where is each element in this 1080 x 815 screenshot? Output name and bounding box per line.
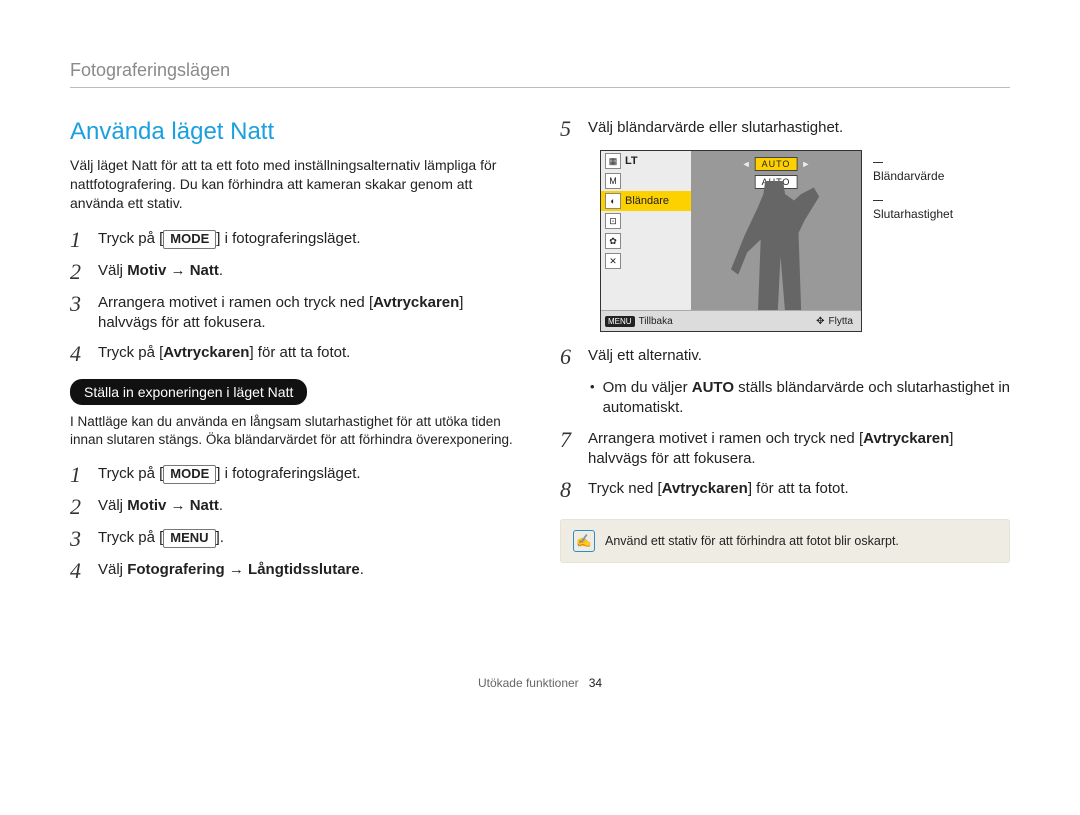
steps-b: 1 Tryck på [MODE] i fotograferingsläget.… (70, 464, 520, 582)
lcd-callouts: Bländarvärde Slutarhastighet (873, 155, 953, 221)
step-number: 1 (70, 464, 90, 486)
lcd-left-panel: ▦ LT M ◐ Bländare ⊡ ✿ ✕ (601, 151, 692, 331)
mode-key: MODE (163, 230, 216, 249)
steps-a: 1 Tryck på [MODE] i fotograferingsläget.… (70, 229, 520, 366)
lcd-row-macro: ✿ (601, 231, 691, 251)
nav-icon: ✥ (816, 316, 824, 327)
step-number: 4 (70, 560, 90, 582)
left-arrow-icon: ◄ (742, 159, 751, 169)
step-text: Arrangera motivet i ramen och tryck ned … (588, 429, 953, 470)
aperture-icon: ◐ (605, 193, 621, 209)
lcd-row-aperture: ◐ Bländare (601, 191, 691, 211)
step-number: 6 (560, 346, 580, 368)
mode-key: MODE (163, 465, 216, 484)
manual-page: Fotograferingslägen Använda läget Natt V… (0, 0, 1080, 815)
two-column-layout: Använda läget Natt Välj läget Natt för a… (70, 118, 1010, 596)
move-label: Flytta (829, 316, 853, 327)
step-4: 4 Tryck på [Avtryckaren] för att ta foto… (70, 343, 520, 365)
step-text: Välj bländarvärde eller slutarhastighet. (588, 118, 843, 138)
m-icon: M (605, 173, 621, 189)
focus-icon: ⊡ (605, 213, 621, 229)
auto-button-highlight: AUTO (755, 157, 798, 171)
tip-icon: ✍ (573, 530, 595, 552)
lcd-preview: ◄ AUTO ► AUTO (691, 151, 861, 311)
step-number: 4 (70, 343, 90, 365)
step-number: 8 (560, 479, 580, 501)
step-5: 5 Välj bländarvärde eller slutarhastighe… (560, 118, 1010, 140)
step-text: Välj ett alternativ. (588, 346, 702, 366)
intro-text: Välj läget Natt för att ta ett foto med … (70, 156, 520, 213)
lcd-bottom-bar: MENU Tillbaka ✥ Flytta (601, 310, 861, 331)
step-b4: 4 Välj Fotografering → Långtidsslutare. (70, 560, 520, 582)
step-7: 7 Arrangera motivet i ramen och tryck ne… (560, 429, 1010, 470)
step-number: 7 (560, 429, 580, 451)
tip-text: Använd ett stativ för att förhindra att … (605, 534, 899, 548)
sub-heading-pill: Ställa in exponeringen i läget Natt (70, 379, 307, 405)
menu-button-icon: MENU (605, 316, 635, 327)
bullet-icon: • (590, 378, 595, 419)
step-number: 5 (560, 118, 580, 140)
step-number: 2 (70, 261, 90, 283)
menu-key: MENU (163, 529, 215, 548)
sub-intro: I Nattläge kan du använda en långsam slu… (70, 413, 520, 449)
tip-box: ✍ Använd ett stativ för att förhindra at… (560, 519, 1010, 563)
back-label: Tillbaka (639, 316, 673, 327)
step-text: Tryck på [MODE] i fotograferingsläget. (98, 229, 361, 249)
step-6-bullet: • Om du väljer AUTO ställs bländarvärde … (560, 378, 1010, 419)
section-title: Använda läget Natt (70, 118, 520, 146)
page-number: 34 (589, 676, 602, 690)
left-column: Använda läget Natt Välj läget Natt för a… (70, 118, 520, 596)
right-column: 5 Välj bländarvärde eller slutarhastighe… (560, 118, 1010, 596)
step-1: 1 Tryck på [MODE] i fotograferingsläget. (70, 229, 520, 251)
step-2: 2 Välj Motiv → Natt. (70, 261, 520, 283)
step-b1: 1 Tryck på [MODE] i fotograferingsläget. (70, 464, 520, 486)
page-footer: Utökade funktioner 34 (70, 676, 1010, 690)
macro-icon: ✿ (605, 233, 621, 249)
lcd-row-lt: ▦ LT (601, 151, 691, 171)
lcd-row-focus: ⊡ (601, 211, 691, 231)
step-text: Tryck på [MENU]. (98, 528, 224, 548)
footer-label: Utökade funktioner (478, 676, 579, 690)
callout-aperture: Bländarvärde (873, 155, 953, 183)
step-text: Välj Fotografering → Långtidsslutare. (98, 560, 364, 580)
right-arrow-icon: ► (801, 159, 810, 169)
step-8: 8 Tryck ned [Avtryckaren] för att ta fot… (560, 479, 1010, 501)
step-b3: 3 Tryck på [MENU]. (70, 528, 520, 550)
flash-off-icon: ✕ (605, 253, 621, 269)
step-6: 6 Välj ett alternativ. (560, 346, 1010, 368)
lcd-row-flash: ✕ (601, 251, 691, 271)
lcd-row-m: M (601, 171, 691, 191)
step-number: 3 (70, 293, 90, 315)
step-3: 3 Arrangera motivet i ramen och tryck ne… (70, 293, 520, 334)
silhouette-icon (731, 181, 821, 311)
step-text: Tryck ned [Avtryckaren] för att ta fotot… (588, 479, 849, 499)
step-text: Arrangera motivet i ramen och tryck ned … (98, 293, 463, 334)
step-text: Tryck på [MODE] i fotograferingsläget. (98, 464, 361, 484)
step-text: Välj Motiv → Natt. (98, 496, 223, 516)
lcd-figure: ▦ LT M ◐ Bländare ⊡ ✿ ✕ (600, 150, 1010, 332)
breadcrumb: Fotograferingslägen (70, 60, 1010, 88)
camera-lcd: ▦ LT M ◐ Bländare ⊡ ✿ ✕ (600, 150, 862, 332)
step-text: Välj Motiv → Natt. (98, 261, 223, 281)
step-text: Tryck på [Avtryckaren] för att ta fotot. (98, 343, 350, 363)
step-number: 2 (70, 496, 90, 518)
step-number: 3 (70, 528, 90, 550)
step-b2: 2 Välj Motiv → Natt. (70, 496, 520, 518)
step-number: 1 (70, 229, 90, 251)
auto-row-1: ◄ AUTO ► (742, 157, 811, 171)
callout-shutter: Slutarhastighet (873, 193, 953, 221)
mode-icon: ▦ (605, 153, 621, 169)
